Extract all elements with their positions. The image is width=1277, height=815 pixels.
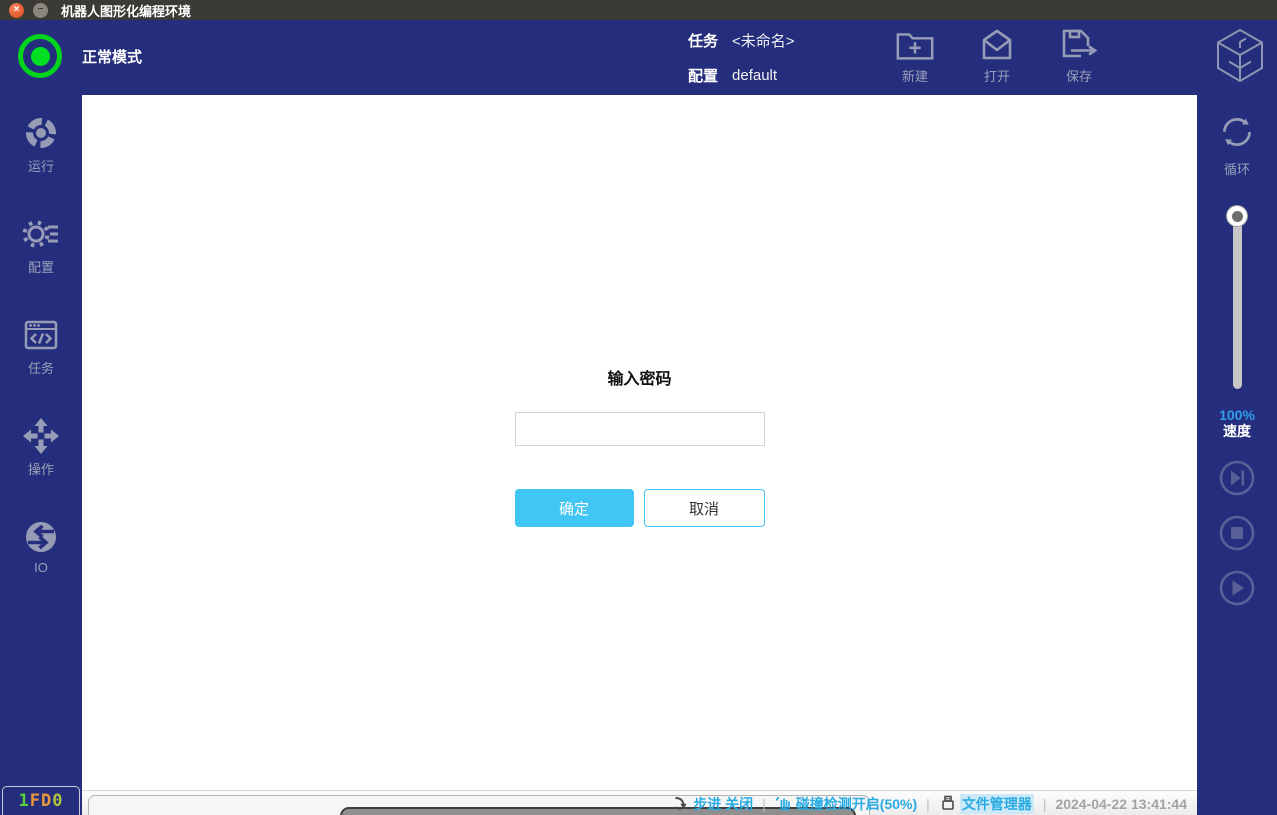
code-window-icon [0,315,82,355]
step-next-button[interactable] [1218,459,1256,497]
step-mode-label: 步进 关闭 [693,794,753,814]
sidebar-item-label: 任务 [0,358,82,377]
status-code-char: F [30,791,41,811]
sidebar-item-label: IO [0,560,82,575]
task-row: 任务 <未命名> [688,29,795,51]
left-sidebar: 运行 配置 [0,95,82,815]
status-code-box[interactable]: 1FD0 [2,786,80,815]
speed-value: 100% [1197,407,1277,423]
status-code-char: D [41,791,52,811]
window-titlebar: × − 机器人图形化编程环境 [0,0,1277,20]
transport-controls [1197,459,1277,607]
new-folder-icon [886,26,944,64]
task-label: 任务 [688,30,718,51]
separator: | [762,796,766,812]
separator: | [926,796,930,812]
loop-refresh-icon [1216,140,1258,157]
save-floppy-icon [1050,26,1108,64]
dialog-buttons: 确定 取消 [515,489,765,527]
play-icon [1218,594,1256,611]
header-actions: 新建 打开 保存 [886,26,1108,85]
main-content: 输入密码 确定 取消 [82,95,1197,790]
config-label: 配置 [688,65,718,86]
move-arrows-icon [0,416,82,456]
loop-label: 循环 [1197,159,1277,178]
sidebar-item-config[interactable]: 配置 [0,214,82,276]
sidebar-item-operate[interactable]: 操作 [0,416,82,478]
stop-icon [1218,539,1256,556]
new-task-label: 新建 [886,66,944,85]
mode-label: 正常模式 [82,46,142,67]
speed-label: 速度 [1197,423,1277,439]
sidebar-nav: 运行 配置 [0,95,82,575]
speed-readout: 100% 速度 [1197,407,1277,439]
right-sidebar: 循环 100% 速度 [1197,95,1277,815]
config-value: default [732,67,777,84]
speed-slider[interactable] [1197,205,1277,389]
minimize-icon[interactable]: − [33,3,48,18]
usb-drive-icon [939,794,956,814]
step-arrow-icon [673,795,689,814]
sidebar-item-io[interactable]: IO [0,517,82,575]
play-button[interactable] [1218,569,1256,607]
step-mode-status[interactable]: 步进 关闭 [673,794,753,814]
dialog-title: 输入密码 [515,365,765,389]
open-task-button[interactable]: 打开 [968,26,1026,85]
config-row: 配置 default [688,64,795,86]
clock-timestamp: 2024-04-22 13:41:44 [1055,796,1187,812]
sidebar-item-task[interactable]: 任务 [0,315,82,377]
run-target-icon [0,113,82,153]
status-code-char: 0 [52,791,63,811]
brand-cube-logo-icon [1213,27,1267,90]
mode-indicator-block: 正常模式 [18,34,142,78]
save-task-label: 保存 [1050,66,1108,85]
task-config-block: 任务 <未命名> 配置 default [688,29,795,99]
collision-detect-label: 碰撞检测开启(50%) [796,794,917,814]
new-task-button[interactable]: 新建 [886,26,944,85]
close-icon[interactable]: × [9,3,24,18]
cancel-button[interactable]: 取消 [644,489,765,527]
open-task-label: 打开 [968,66,1026,85]
stop-button[interactable] [1218,514,1256,552]
sidebar-item-run[interactable]: 运行 [0,113,82,175]
gear-settings-icon [0,214,82,254]
speed-slider-handle[interactable] [1226,205,1248,227]
sidebar-item-label: 操作 [0,459,82,478]
collision-hand-icon [775,795,792,814]
loop-button[interactable]: 循环 [1197,111,1277,178]
password-input[interactable] [515,412,765,446]
save-task-button[interactable]: 保存 [1050,26,1108,85]
file-manager-button[interactable]: 文件管理器 [939,794,1034,814]
sidebar-item-label: 配置 [0,257,82,276]
file-manager-label: 文件管理器 [960,794,1034,814]
open-envelope-icon [968,26,1026,64]
status-bar: 步进 关闭 | 碰撞检测开启(50%) | 文件管理器 [82,790,1197,815]
status-indicator-icon [18,34,62,78]
app-header: 正常模式 任务 <未命名> 配置 default 新建 [0,20,1277,95]
ok-button[interactable]: 确定 [515,489,634,527]
io-swap-icon [0,517,82,557]
separator: | [1043,796,1047,812]
collision-detect-status[interactable]: 碰撞检测开启(50%) [775,794,917,814]
password-dialog: 输入密码 确定 取消 [515,95,765,527]
sidebar-item-label: 运行 [0,156,82,175]
skip-next-icon [1218,484,1256,501]
status-code-char: 1 [19,791,30,811]
task-value: <未命名> [732,30,795,51]
status-items: 步进 关闭 | 碰撞检测开启(50%) | 文件管理器 [673,794,1187,814]
speed-slider-track[interactable] [1233,209,1242,389]
window-title: 机器人图形化编程环境 [61,1,191,20]
